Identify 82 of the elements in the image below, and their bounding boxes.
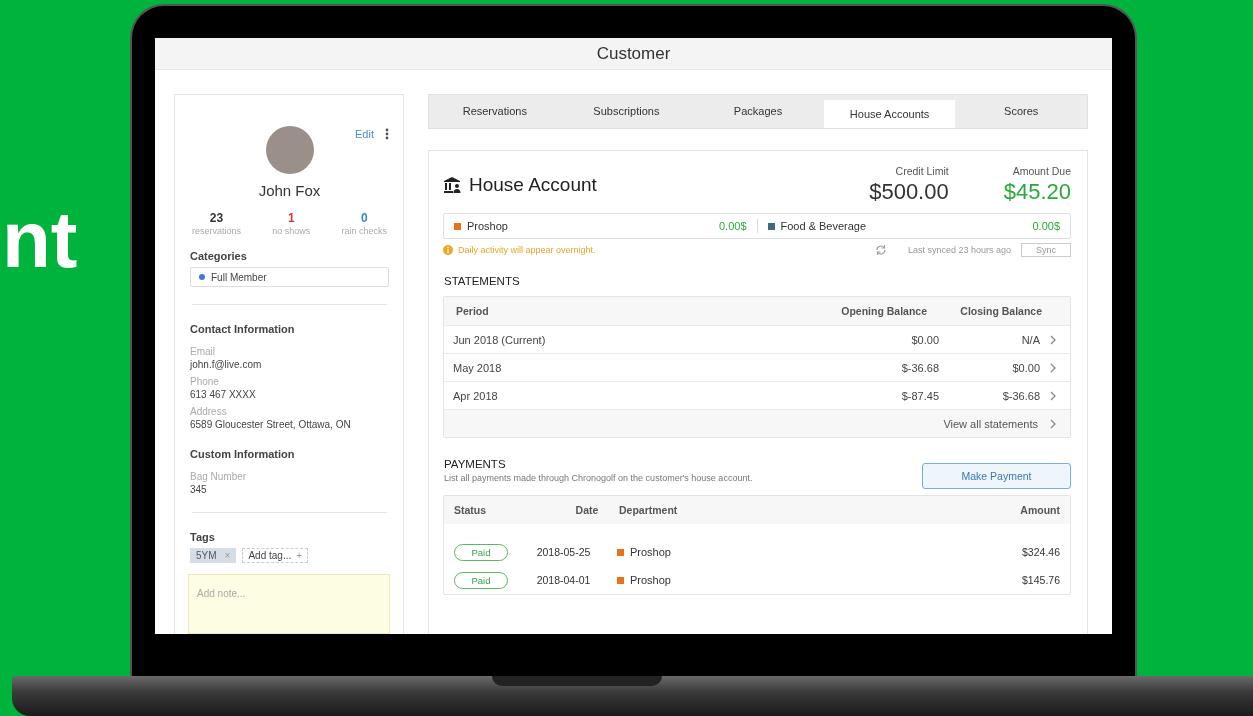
amount-label: Credit Limit bbox=[894, 165, 949, 177]
view-all-link[interactable]: View all statements bbox=[943, 417, 1038, 430]
info-icon bbox=[443, 245, 453, 255]
chevron-right-icon bbox=[1050, 390, 1056, 401]
note-field[interactable]: Add note... bbox=[188, 574, 390, 634]
category-label: Full Member bbox=[211, 271, 267, 283]
department-cell: Proshop bbox=[630, 546, 671, 558]
chevron-right-icon bbox=[1050, 362, 1056, 373]
statement-row[interactable]: May 2018 $-36.68 $0.00 bbox=[444, 353, 1070, 381]
chevron-right-icon bbox=[1050, 418, 1056, 429]
plus-icon: + bbox=[296, 550, 303, 561]
tab[interactable]: Subscriptions bbox=[560, 99, 693, 128]
column-header: Opening Balance bbox=[840, 305, 927, 317]
field-label: Address bbox=[190, 406, 228, 417]
closing-cell-text: N/A bbox=[1020, 333, 1040, 346]
customer-name: John Fox bbox=[257, 182, 322, 199]
notice-text: Daily activity will appear overnight. bbox=[458, 245, 596, 255]
field-label: Email bbox=[190, 346, 216, 357]
tab[interactable]: Packages bbox=[692, 99, 824, 128]
tab[interactable]: House Accounts bbox=[823, 100, 956, 128]
stat-label: rain checks bbox=[341, 226, 387, 236]
column-header: Closing Balance bbox=[959, 305, 1042, 317]
section-title: Custom Information bbox=[190, 448, 296, 460]
bank-icon bbox=[443, 176, 461, 194]
amount-cell: $145.76 bbox=[1022, 574, 1060, 586]
tab[interactable]: Reservations bbox=[429, 99, 561, 128]
field-value: 613 467 XXXX bbox=[190, 389, 257, 400]
field-label: Phone bbox=[190, 376, 220, 387]
add-tag-label: Add tag... bbox=[248, 550, 292, 561]
sync-status: Last synced 23 hours ago bbox=[907, 245, 1011, 255]
opening-cell-text: $0.00 bbox=[910, 333, 939, 346]
tag-label: 5YM bbox=[196, 550, 217, 561]
make-payment-button[interactable]: Make Payment bbox=[922, 463, 1071, 489]
section-title: Contact Information bbox=[190, 323, 296, 335]
stat-label: reservations bbox=[192, 226, 242, 236]
column-header: Amount bbox=[1020, 504, 1060, 516]
department-cell: Proshop bbox=[630, 574, 671, 586]
column-header: Date bbox=[574, 504, 600, 516]
stat-value: 23 bbox=[208, 211, 225, 225]
opening-cell-text: $-87.45 bbox=[900, 389, 939, 402]
amount-value: $45.20 bbox=[1003, 179, 1071, 205]
section-heading: STATEMENTS bbox=[444, 275, 521, 287]
stat-label: no shows bbox=[272, 226, 311, 236]
tab[interactable]: Scores bbox=[955, 99, 1087, 128]
account-title: House Account bbox=[469, 174, 597, 196]
date-cell-text: 2018-05-25 bbox=[535, 546, 592, 558]
section-heading: PAYMENTS bbox=[444, 458, 507, 470]
edit-link[interactable]: Edit bbox=[355, 128, 374, 140]
department-name: Food & Beverage bbox=[780, 220, 867, 232]
department-name: Proshop bbox=[467, 220, 508, 232]
stat-value: 0 bbox=[359, 211, 369, 225]
avatar bbox=[265, 126, 314, 174]
amount-value: $500.00 bbox=[869, 179, 949, 205]
sync-icon bbox=[874, 244, 887, 256]
period-cell-text: Apr 2018 bbox=[453, 389, 499, 402]
headline-text: nt bbox=[2, 200, 78, 280]
column-header: Department bbox=[618, 504, 679, 516]
period-cell-text: May 2018 bbox=[453, 361, 503, 374]
closing-cell-text: $0.00 bbox=[1011, 361, 1040, 374]
stat-value: 1 bbox=[286, 211, 296, 225]
column-header: Period bbox=[456, 305, 490, 317]
section-title: Categories bbox=[190, 250, 248, 262]
column-header: Status bbox=[454, 504, 488, 516]
add-tag-field[interactable]: Add tag... + bbox=[242, 548, 309, 563]
more-vertical-icon bbox=[385, 128, 389, 140]
chevron-right-icon bbox=[1050, 334, 1056, 345]
department-amount: 0.00$ bbox=[718, 220, 747, 232]
field-value: 345 bbox=[190, 484, 208, 495]
section-description: List all payments made through Chronogolf on the customer's house account. bbox=[444, 473, 754, 483]
field-value: john.f@live.com bbox=[190, 359, 263, 370]
department-amount: 0.00$ bbox=[1032, 220, 1060, 232]
date-cell-text: 2018-04-01 bbox=[535, 574, 592, 586]
amount-label: Amount Due bbox=[1011, 165, 1071, 177]
field-value: 6589 Gloucester Street, Ottawa, ON bbox=[190, 419, 352, 430]
statement-row[interactable]: Jun 2018 (Current) $0.00 N/A bbox=[444, 325, 1070, 353]
opening-cell-text: $-36.68 bbox=[900, 361, 939, 374]
period-cell-text: Jun 2018 (Current) bbox=[453, 333, 547, 346]
amount-cell: $324.46 bbox=[1022, 546, 1060, 558]
field-label: Bag Number bbox=[190, 471, 248, 482]
section-title: Tags bbox=[190, 531, 216, 543]
window-title: Customer bbox=[596, 43, 671, 64]
closing-cell-text: $-36.68 bbox=[1001, 389, 1040, 402]
